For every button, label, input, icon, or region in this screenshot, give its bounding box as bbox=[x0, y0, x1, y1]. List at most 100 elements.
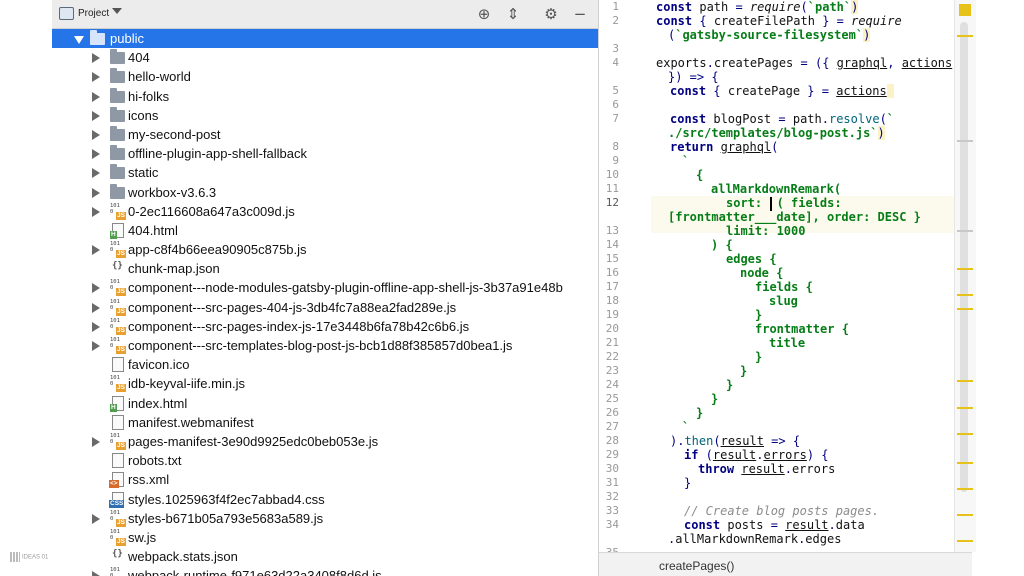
warning-marker[interactable] bbox=[957, 514, 973, 516]
tree-file[interactable]: 101 0 JS pages-manifest-3e90d9925edc0beb05… bbox=[52, 432, 598, 451]
gear-icon[interactable]: ⚙ bbox=[542, 5, 560, 23]
code-line: slug bbox=[769, 294, 798, 308]
tree-item-label: my-second-post bbox=[128, 126, 221, 142]
tree-folder[interactable]: 404 bbox=[52, 48, 598, 67]
js-badge-icon: JS bbox=[116, 250, 126, 259]
tree-file[interactable]: robots.txt bbox=[52, 451, 598, 470]
tree-file[interactable]: {} webpack.stats.json bbox=[52, 547, 598, 566]
expand-arrow-icon[interactable] bbox=[92, 302, 100, 313]
warning-marker[interactable] bbox=[957, 294, 973, 296]
code-area[interactable]: const path = require(`path`) const { cre… bbox=[599, 0, 972, 552]
tree-item-label: index.html bbox=[128, 395, 188, 411]
expand-arrow-icon[interactable] bbox=[92, 149, 100, 160]
code-line: frontmatter { bbox=[755, 322, 849, 336]
tree-file[interactable]: CSS styles.1025963f4f2ec7abbad4.css bbox=[52, 490, 598, 509]
minimize-icon[interactable]: − bbox=[571, 5, 589, 23]
folder-icon bbox=[110, 106, 125, 122]
tree-file[interactable]: 101 0 JS component---src-templates-blog-po… bbox=[52, 336, 598, 355]
breadcrumb-function[interactable]: createPages() bbox=[659, 559, 734, 573]
tree-file[interactable]: Hindex.html bbox=[52, 394, 598, 413]
tree-file[interactable]: manifest.webmanifest bbox=[52, 413, 598, 432]
expand-arrow-icon[interactable] bbox=[92, 129, 100, 140]
tree-folder[interactable]: public bbox=[52, 29, 598, 49]
tree-file[interactable]: 101 0 JS 0-2ec116608a647a3c009d.js bbox=[52, 202, 598, 221]
tree-folder[interactable]: workbox-v3.6.3 bbox=[52, 183, 598, 202]
tree-item-label: offline-plugin-app-shell-fallback bbox=[128, 146, 307, 162]
expand-arrow-icon[interactable] bbox=[92, 571, 100, 576]
expand-arrow-icon[interactable] bbox=[92, 321, 100, 332]
target-icon[interactable]: ⊕ bbox=[475, 5, 493, 23]
expand-arrow-icon[interactable] bbox=[92, 513, 100, 524]
expand-arrow-icon[interactable] bbox=[92, 110, 100, 121]
tree-file[interactable]: 101 0 JS idb-keyval-iife.min.js bbox=[52, 374, 598, 393]
warning-marker[interactable] bbox=[957, 35, 973, 37]
code-line: (`gatsby-source-filesystem`) bbox=[668, 28, 871, 42]
tree-file[interactable]: 101 0 JS styles-b671b05a793e5683a589.js bbox=[52, 509, 598, 528]
js-badge-icon: JS bbox=[116, 288, 126, 297]
info-marker[interactable] bbox=[957, 140, 973, 142]
js-badge-icon: JS bbox=[116, 384, 126, 393]
warning-marker[interactable] bbox=[957, 380, 973, 382]
tree-file[interactable]: H 404.html bbox=[52, 221, 598, 240]
tree-item-label: 404 bbox=[128, 50, 150, 66]
warning-marker[interactable] bbox=[957, 308, 973, 310]
scrollbar-thumb[interactable] bbox=[960, 22, 968, 492]
expand-arrow-icon[interactable] bbox=[92, 168, 100, 179]
warning-marker[interactable] bbox=[957, 268, 973, 270]
error-stripe[interactable] bbox=[954, 0, 976, 552]
tree-file[interactable]: 101 0 JS component---src-pages-index-js-17… bbox=[52, 317, 598, 336]
warning-marker[interactable] bbox=[957, 462, 973, 464]
code-line: } bbox=[696, 406, 704, 420]
expand-arrow-icon[interactable] bbox=[92, 206, 100, 217]
code-line: node { bbox=[740, 266, 784, 280]
warning-marker[interactable] bbox=[957, 540, 973, 542]
tree-item-label: idb-keyval-iife.min.js bbox=[128, 376, 246, 392]
file-icon bbox=[112, 414, 124, 430]
code-line: ) { bbox=[711, 238, 733, 252]
project-panel-title[interactable]: Project bbox=[78, 8, 109, 19]
tree-file[interactable]: 101 0 JS component---node-modules-gatsby-p… bbox=[52, 278, 598, 297]
tree-file[interactable]: 101 0 JS app-c8f4b66eea90905c875b.js bbox=[52, 240, 598, 259]
tree-file[interactable]: {} chunk-map.json bbox=[52, 259, 598, 278]
folder-icon bbox=[110, 164, 125, 180]
tree-folder[interactable]: static bbox=[52, 163, 598, 182]
project-view-icon[interactable] bbox=[59, 7, 74, 20]
tree-folder[interactable]: my-second-post bbox=[52, 125, 598, 144]
expand-arrow-icon[interactable] bbox=[92, 53, 100, 64]
expand-arrow-icon[interactable] bbox=[92, 245, 100, 256]
expand-arrow-icon[interactable] bbox=[74, 36, 84, 44]
code-editor[interactable]: 1 2 3 4 5 6 7 8 9 10 11 12 13 14 15 16 17 18 19 20 21 22 23 24 2… bbox=[599, 0, 972, 576]
tree-folder[interactable]: icons bbox=[52, 106, 598, 125]
warning-marker[interactable] bbox=[957, 433, 973, 435]
inspection-status-icon[interactable] bbox=[959, 4, 971, 16]
code-line: const path = require(`path`) bbox=[656, 0, 859, 14]
css-badge-icon: CSS bbox=[109, 499, 125, 508]
tree-folder[interactable]: offline-plugin-app-shell-fallback bbox=[52, 144, 598, 163]
tree-folder[interactable]: hi-folks bbox=[52, 87, 598, 106]
tree-file[interactable]: <> rss.xml bbox=[52, 470, 598, 489]
tree-folder[interactable]: hello-world bbox=[52, 67, 598, 86]
warning-marker[interactable] bbox=[957, 407, 973, 409]
collapse-icon[interactable]: ⇕ bbox=[504, 5, 522, 23]
expand-arrow-icon[interactable] bbox=[92, 187, 100, 198]
code-line: fields { bbox=[755, 280, 813, 294]
editor-breadcrumb-bar: createPages() bbox=[599, 552, 972, 576]
expand-arrow-icon[interactable] bbox=[92, 283, 100, 294]
chevron-down-icon[interactable] bbox=[112, 8, 122, 14]
tree-file[interactable]: 101 0 JS component---src-pages-404-js-3db4… bbox=[52, 298, 598, 317]
warning-marker[interactable] bbox=[957, 488, 973, 490]
text-caret bbox=[770, 197, 772, 211]
js-badge-icon: JS bbox=[116, 537, 126, 546]
tree-file[interactable]: 101 0JSwebpack-runtime-f971e63d22a3408f8… bbox=[52, 566, 598, 576]
code-line: } bbox=[684, 476, 692, 490]
info-marker[interactable] bbox=[957, 230, 973, 232]
expand-arrow-icon[interactable] bbox=[92, 91, 100, 102]
tree-file[interactable]: favicon.ico bbox=[52, 355, 598, 374]
tree-file[interactable]: 101 0 JS sw.js bbox=[52, 528, 598, 547]
tree-item-label: robots.txt bbox=[128, 453, 182, 469]
expand-arrow-icon[interactable] bbox=[92, 72, 100, 83]
expand-arrow-icon[interactable] bbox=[92, 341, 100, 351]
code-line: throw result.errors bbox=[698, 462, 836, 476]
code-line: { bbox=[696, 168, 704, 182]
expand-arrow-icon[interactable] bbox=[92, 436, 100, 447]
